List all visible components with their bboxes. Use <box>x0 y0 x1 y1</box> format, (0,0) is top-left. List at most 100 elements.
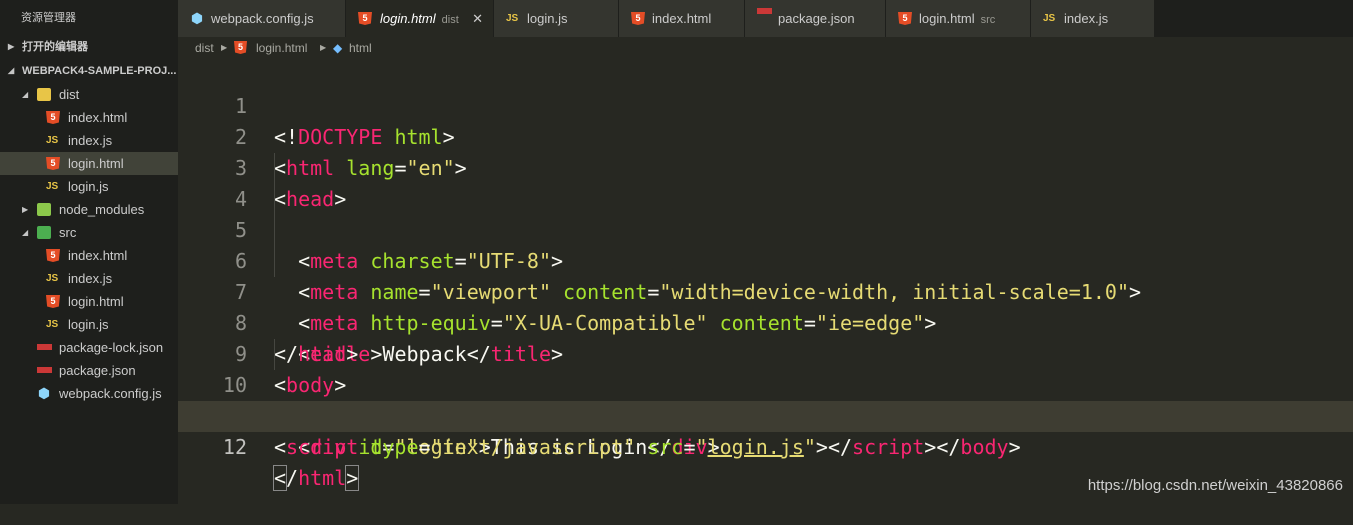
code-token: = <box>683 435 696 459</box>
tree-folder-node-modules[interactable]: ▶ node_modules <box>0 198 178 221</box>
tree-file[interactable]: package.json <box>0 359 178 382</box>
tree-file[interactable]: JS login.js <box>0 313 178 336</box>
code-token: html <box>298 466 347 490</box>
tab-package-json[interactable]: package.json <box>745 0 886 37</box>
tab-webpack-config[interactable]: ⬢ webpack.config.js <box>178 0 346 37</box>
code-token: script <box>852 435 925 459</box>
js-icon: JS <box>506 13 519 24</box>
tree-item-label: login.js <box>68 317 109 332</box>
breadcrumb-symbol[interactable]: html <box>349 37 372 59</box>
folder-node-icon <box>37 203 51 216</box>
tree-item-label: index.js <box>68 133 113 148</box>
code-token: > <box>345 465 360 491</box>
html5-icon: 5 <box>898 12 912 25</box>
code-token: body <box>960 435 1009 459</box>
npm-icon <box>757 8 772 14</box>
tree-file[interactable]: ⬢ webpack.config.js <box>0 382 178 405</box>
open-editors-section[interactable]: ▶ 打开的编辑器 <box>0 36 200 58</box>
tree-file[interactable]: JS index.js <box>0 267 178 290</box>
symbol-icon: ◆ <box>333 41 343 55</box>
html5-icon: 5 <box>631 12 645 25</box>
tree-item-label: src <box>59 225 77 240</box>
code-token: < <box>274 435 287 459</box>
js-icon: JS <box>46 135 59 146</box>
chevron-right-icon: ▶ <box>8 42 15 51</box>
tree-item-label: index.js <box>68 271 113 286</box>
tree-file[interactable]: 5 login.html <box>0 290 178 313</box>
npm-icon <box>37 344 52 350</box>
tree-file[interactable]: 5 index.html <box>0 106 178 129</box>
code-line: 5 <meta name="viewport" content="width=d… <box>178 184 1353 304</box>
tree-file[interactable]: JS index.js <box>0 129 178 152</box>
chevron-right-icon: ▶ <box>221 43 228 52</box>
code-text: <script type="text/javascript" src="logi… <box>274 432 1021 463</box>
code-token: < <box>272 465 288 491</box>
html5-icon: 5 <box>46 295 60 308</box>
tab-login-js[interactable]: JS login.js <box>494 0 619 37</box>
code-token: / <box>286 466 299 490</box>
code-token: ></ <box>815 435 853 459</box>
tab-index-js[interactable]: JS index.js <box>1031 0 1155 37</box>
webpack-icon: ⬢ <box>37 385 51 401</box>
project-section[interactable]: ◢ WEBPACK4-SAMPLE-PROJ... <box>0 60 200 82</box>
project-label: WEBPACK4-SAMPLE-PROJ... <box>22 65 177 77</box>
chevron-down-icon: ◢ <box>8 66 15 75</box>
tab-label: login.js <box>527 11 568 26</box>
editor-tab-bar: ⬢ webpack.config.js 5 login.html dist ✕ J… <box>178 0 1353 37</box>
code-line: 9 <body> <box>178 308 1353 397</box>
indent-guide <box>274 215 275 246</box>
explorer-sidebar: 资源管理器 ▶ 打开的编辑器 ◢ WEBPACK4-SAMPLE-PROJ...… <box>0 0 178 504</box>
html5-icon: 5 <box>358 12 372 25</box>
indent-guide <box>274 246 275 277</box>
indent-guide <box>274 184 275 215</box>
code-token: "text/javascript" <box>430 435 636 459</box>
src-link[interactable]: login.js <box>708 435 804 459</box>
tab-login-html-src[interactable]: 5 login.html src <box>886 0 1031 37</box>
tree-item-label: login.html <box>68 156 124 171</box>
code-text: </html> <box>272 463 360 494</box>
breadcrumb-folder[interactable]: dist <box>195 37 214 59</box>
indent-guide <box>274 339 275 370</box>
code-token: " <box>695 435 708 459</box>
tab-label: package.json <box>778 11 855 26</box>
js-icon: JS <box>46 319 59 330</box>
code-line: 10 <div id="login">This is Login</div> <box>178 339 1353 459</box>
code-editor[interactable]: 1 <!DOCTYPE html> 2 <html lang="en"> 3 <… <box>178 59 1353 504</box>
chevron-right-icon: ▶ <box>22 205 29 214</box>
tree-item-label: package.json <box>59 363 136 378</box>
tab-index-html[interactable]: 5 index.html <box>619 0 745 37</box>
tab-label: index.js <box>1064 11 1109 26</box>
line-number: 12 <box>222 435 247 459</box>
code-line: 8 </head> <box>178 277 1353 366</box>
code-line: 11 <script type="text/javascript" src="l… <box>178 370 1353 459</box>
html5-icon: 5 <box>46 157 60 170</box>
tree-item-label: node_modules <box>59 202 145 217</box>
tab-label: login.html <box>380 11 436 26</box>
folder-src-icon <box>37 226 51 239</box>
tree-folder-src[interactable]: ◢ src <box>0 221 178 244</box>
tab-login-html-dist[interactable]: 5 login.html dist ✕ <box>346 0 494 37</box>
explorer-title: 资源管理器 <box>21 12 76 24</box>
tree-item-label: package-lock.json <box>59 340 164 355</box>
js-icon: JS <box>1043 13 1056 24</box>
close-icon[interactable]: ✕ <box>472 0 483 37</box>
tree-folder-dist[interactable]: ◢ dist <box>0 83 178 106</box>
breadcrumb-file[interactable]: login.html <box>256 37 307 59</box>
npm-icon <box>37 367 52 373</box>
html5-icon: 5 <box>46 249 60 262</box>
tree-file[interactable]: package-lock.json <box>0 336 178 359</box>
open-editors-label: 打开的编辑器 <box>22 41 88 53</box>
code-token: = <box>418 435 431 459</box>
indent-guide <box>274 153 275 184</box>
tree-item-label: index.html <box>68 248 128 263</box>
tab-description: dist <box>441 14 459 26</box>
code-token: script <box>286 435 359 459</box>
tree-item-label: login.html <box>68 294 124 309</box>
code-line: 3 <head> <box>178 122 1353 211</box>
tree-file-selected[interactable]: 5 login.html <box>0 152 178 175</box>
tab-label: webpack.config.js <box>211 11 314 26</box>
tree-file[interactable]: 5 index.html <box>0 244 178 267</box>
tree-item-label: webpack.config.js <box>59 386 162 401</box>
tree-file[interactable]: JS login.js <box>0 175 178 198</box>
chevron-down-icon: ◢ <box>22 228 29 237</box>
